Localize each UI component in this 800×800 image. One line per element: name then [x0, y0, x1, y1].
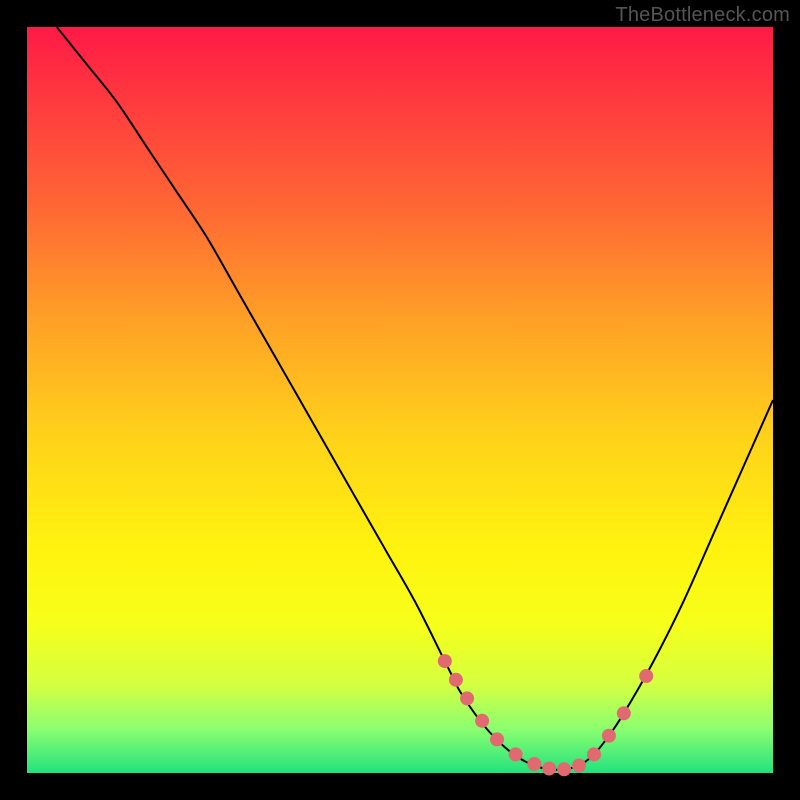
data-marker — [438, 654, 452, 668]
data-marker — [449, 673, 463, 687]
data-marker — [460, 691, 474, 705]
bottleneck-curve — [57, 27, 773, 770]
data-marker — [509, 747, 523, 761]
data-marker — [639, 669, 653, 683]
data-marker — [542, 762, 556, 776]
marker-group — [438, 654, 653, 776]
data-marker — [490, 732, 504, 746]
data-marker — [587, 747, 601, 761]
data-marker — [602, 729, 616, 743]
chart-svg — [27, 27, 773, 773]
data-marker — [527, 757, 541, 771]
data-marker — [475, 714, 489, 728]
data-marker — [617, 706, 631, 720]
data-marker — [557, 762, 571, 776]
data-marker — [572, 759, 586, 773]
attribution-text: TheBottleneck.com — [615, 4, 790, 27]
